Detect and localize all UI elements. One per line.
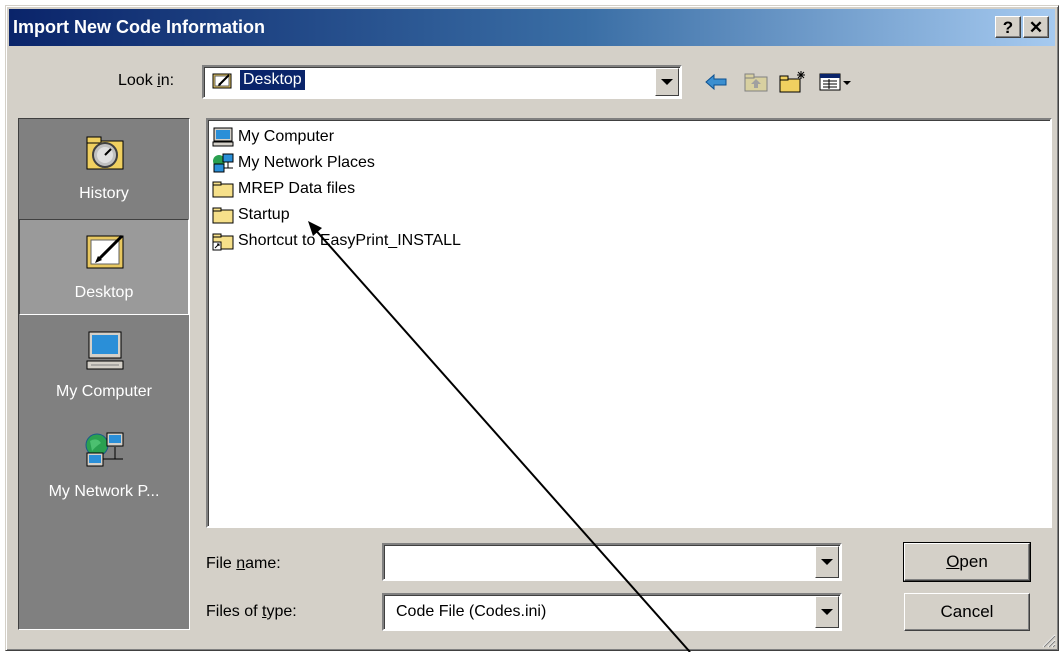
places-item-label: My Network P... — [48, 483, 160, 500]
places-item-label: My Computer — [55, 383, 153, 400]
folder-icon — [212, 205, 234, 225]
cancel-button[interactable]: Cancel — [904, 593, 1030, 631]
list-item[interactable]: My Network Places — [212, 152, 375, 174]
places-item-history[interactable]: History — [19, 121, 189, 217]
back-arrow-icon[interactable] — [704, 70, 730, 94]
history-icon — [83, 131, 127, 175]
look-in-combo[interactable]: Desktop — [202, 65, 682, 99]
view-menu-icon[interactable] — [818, 70, 854, 94]
places-item-desktop[interactable]: Desktop — [19, 219, 189, 315]
my-computer-icon — [212, 127, 234, 147]
file-name-text: My Network Places — [238, 154, 375, 171]
chevron-down-icon — [821, 559, 833, 565]
file-list[interactable]: My Computer My Network Places MREP Data … — [206, 118, 1052, 528]
look-in-value: Desktop — [239, 69, 306, 91]
help-button[interactable]: ? — [995, 16, 1021, 38]
open-button[interactable]: Open — [903, 542, 1031, 582]
file-name-combo[interactable] — [382, 543, 842, 581]
list-item[interactable]: My Computer — [212, 126, 334, 148]
file-name-label: File name: — [206, 555, 281, 572]
file-name-text: MREP Data files — [238, 180, 356, 197]
network-places-icon — [212, 153, 234, 173]
open-label: pen — [959, 552, 988, 571]
network-places-icon — [83, 429, 127, 473]
places-item-label: History — [79, 185, 129, 202]
file-type-value: Code File (Codes.ini) — [396, 603, 547, 620]
chevron-down-icon — [821, 609, 833, 615]
help-icon: ? — [1002, 18, 1014, 37]
look-in-label: Look in: — [118, 72, 175, 89]
up-folder-icon[interactable] — [742, 70, 770, 94]
file-name-dropdown-button[interactable] — [815, 546, 839, 578]
places-bar: History Desktop My Computer My Network P… — [18, 118, 190, 630]
cancel-label: Cancel — [940, 602, 994, 621]
file-type-dropdown-button[interactable] — [815, 596, 839, 628]
new-folder-icon[interactable] — [778, 70, 808, 94]
import-dialog: Import New Code Information ? ✕ Look in:… — [5, 5, 1059, 651]
desktop-small-icon — [212, 72, 234, 91]
open-accel: O — [946, 552, 960, 571]
shortcut-folder-icon — [212, 231, 234, 251]
list-item[interactable]: Shortcut to EasyPrint_INSTALL — [212, 230, 461, 252]
window-title: Import New Code Information — [13, 17, 265, 37]
places-item-network[interactable]: My Network P... — [19, 419, 189, 515]
file-type-label: Files of type: — [206, 603, 297, 620]
my-computer-icon — [83, 329, 127, 373]
places-item-label: Desktop — [74, 284, 134, 301]
file-name-text: Shortcut to EasyPrint_INSTALL — [238, 232, 461, 249]
close-icon: ✕ — [1028, 18, 1044, 37]
title-bar[interactable]: Import New Code Information ? ✕ — [9, 9, 1055, 46]
size-grip-icon[interactable] — [1040, 632, 1056, 648]
places-item-my-computer[interactable]: My Computer — [19, 319, 189, 415]
desktop-icon — [84, 230, 128, 274]
chevron-down-icon — [661, 79, 673, 85]
look-in-dropdown-button[interactable] — [655, 68, 679, 96]
close-button[interactable]: ✕ — [1023, 16, 1049, 38]
file-name-text: My Computer — [238, 128, 335, 145]
list-item[interactable]: MREP Data files — [212, 178, 355, 200]
folder-icon — [212, 179, 234, 199]
file-name-input[interactable] — [386, 547, 810, 577]
file-type-combo[interactable]: Code File (Codes.ini) — [382, 593, 842, 631]
file-name-text: Startup — [238, 206, 290, 223]
list-item[interactable]: Startup — [212, 204, 290, 226]
